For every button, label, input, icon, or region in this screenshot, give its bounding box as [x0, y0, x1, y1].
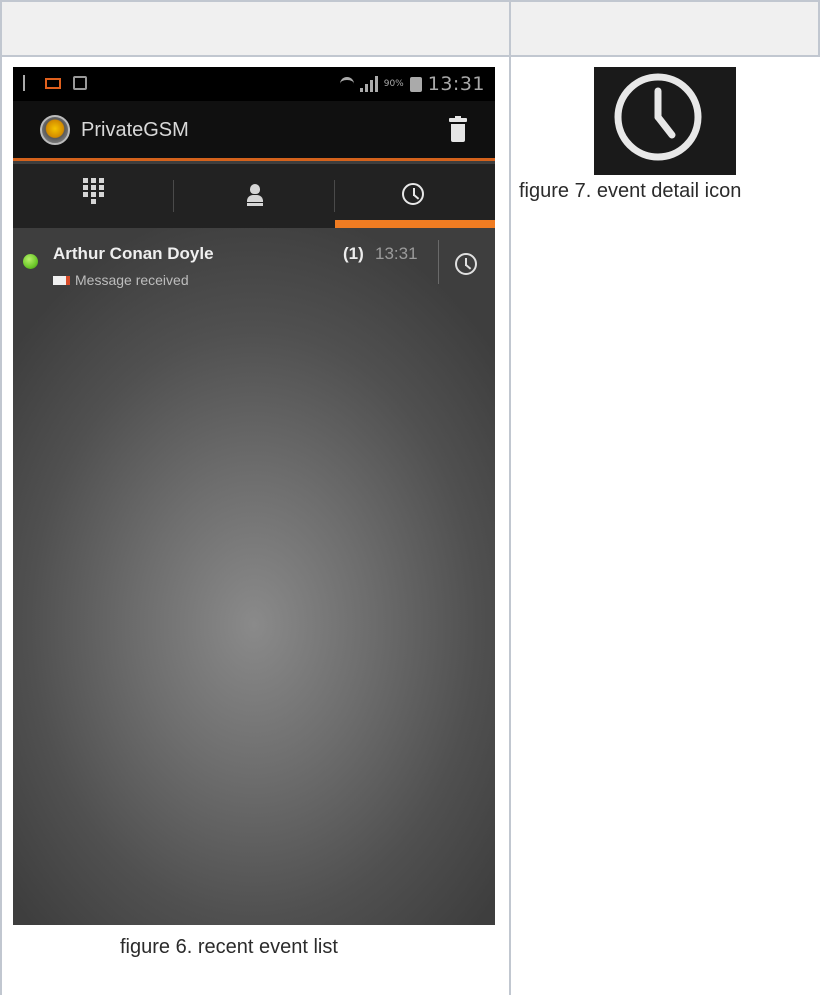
action-bar: PrivateGSM [13, 101, 495, 161]
dialpad-icon [83, 178, 105, 210]
contacts-icon [247, 184, 263, 206]
app-logo-icon[interactable] [40, 115, 70, 145]
contact-name: Arthur Conan Doyle [53, 244, 214, 263]
battery-percent: 90% [383, 79, 404, 89]
app-title: PrivateGSM [81, 119, 189, 141]
tab-dialpad[interactable] [13, 164, 173, 228]
event-time: 13:31 [375, 244, 418, 263]
figure-7-caption: figure 7. event detail icon [519, 180, 742, 202]
tab-bar [13, 164, 495, 228]
message-notification-icon [45, 77, 61, 89]
table-header-row [0, 0, 820, 57]
wifi-icon [339, 77, 354, 91]
message-icon [53, 276, 70, 285]
online-status-icon [23, 254, 38, 269]
status-bar: 90% 13:31 [13, 67, 495, 101]
figure-6-caption: figure 6. recent event list [120, 936, 338, 958]
document-table: 90% 13:31 PrivateGSM Arthur Conan Doyle … [0, 0, 820, 995]
event-count: (1) [343, 244, 364, 263]
selected-tab-indicator [335, 220, 495, 228]
app-notification-icon [73, 76, 87, 90]
list-item[interactable]: Arthur Conan Doyle Message received (1) … [13, 228, 495, 298]
event-detail-icon[interactable] [455, 253, 477, 275]
tab-recent[interactable] [335, 164, 495, 228]
trash-icon[interactable] [449, 116, 467, 144]
table-border-left [0, 0, 2, 995]
signal-icon [359, 76, 378, 92]
clock-icon [402, 183, 424, 205]
usb-icon [23, 75, 33, 91]
event-detail-clock-icon [594, 67, 736, 175]
event-description: Message received [75, 272, 189, 288]
table-column-divider [509, 0, 511, 995]
battery-icon [409, 76, 422, 92]
tab-contacts[interactable] [174, 164, 334, 228]
status-time: 13:31 [427, 73, 485, 95]
phone-screenshot: 90% 13:31 PrivateGSM Arthur Conan Doyle … [13, 67, 495, 925]
